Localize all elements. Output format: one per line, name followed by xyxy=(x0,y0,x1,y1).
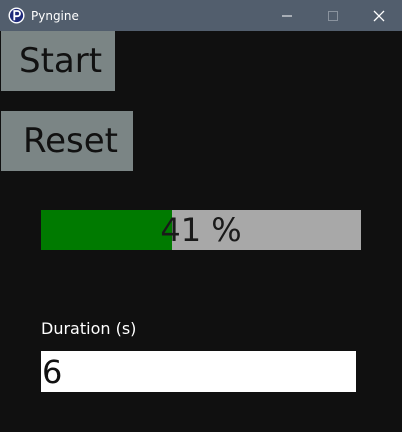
close-icon xyxy=(373,10,385,22)
duration-input[interactable] xyxy=(41,351,356,392)
app-window: Pyngine Start Reset 41 % Duration (s) xyxy=(0,0,402,432)
pyngine-p-logo-icon xyxy=(8,7,25,24)
window-title: Pyngine xyxy=(31,9,79,23)
title-bar[interactable]: Pyngine xyxy=(0,0,402,31)
main-content: Start Reset 41 % Duration (s) xyxy=(0,31,402,432)
progress-bar: 41 % xyxy=(41,210,361,250)
maximize-button[interactable] xyxy=(310,0,356,31)
maximize-icon xyxy=(328,11,338,21)
minimize-button[interactable] xyxy=(264,0,310,31)
close-button[interactable] xyxy=(356,0,402,31)
progress-label: 41 % xyxy=(160,211,242,249)
reset-button[interactable]: Reset xyxy=(1,111,133,171)
duration-label: Duration (s) xyxy=(41,319,137,338)
start-button[interactable]: Start xyxy=(1,31,115,91)
minimize-icon xyxy=(282,15,292,17)
